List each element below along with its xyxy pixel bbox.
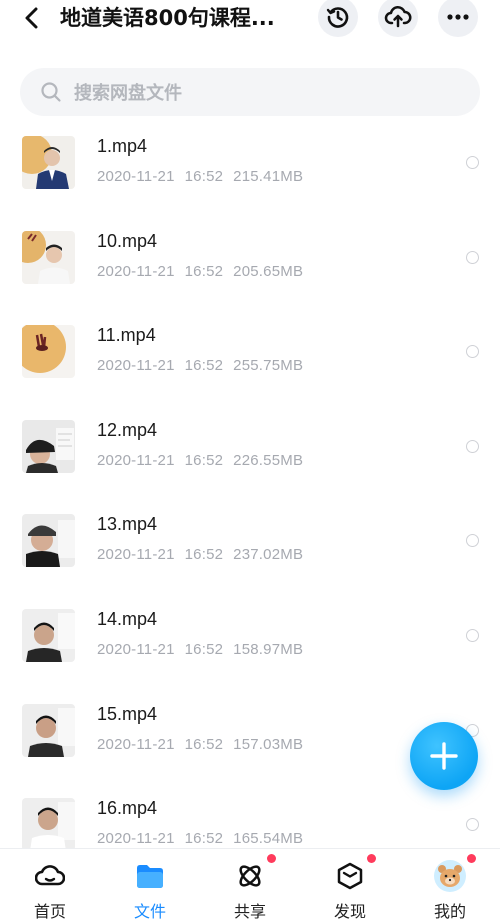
search-bar[interactable]: 搜索网盘文件 xyxy=(20,68,480,116)
file-time: 16:52 xyxy=(184,262,224,280)
atom-share-icon xyxy=(239,865,261,887)
video-thumbnail xyxy=(22,514,75,568)
file-meta: 2020-11-21 16:52 165.54MB xyxy=(97,830,313,847)
file-time: 16:52 xyxy=(184,168,224,185)
app: 地道美语800句课程... 搜索网盘文件 1.mp4 2020-11-21 16… xyxy=(0,0,500,920)
select-checkbox[interactable] xyxy=(466,818,479,832)
upload-button[interactable] xyxy=(378,0,418,37)
video-thumbnail xyxy=(22,136,75,189)
file-date: 2020-11-21 xyxy=(97,357,175,375)
select-checkbox[interactable] xyxy=(466,534,479,548)
file-meta: 2020-11-21 16:52 226.55MB xyxy=(97,452,313,469)
file-meta: 2020-11-21 16:52 158.97MB xyxy=(97,641,313,658)
nav-label: 发现 xyxy=(333,902,366,920)
file-size: 237.02MB xyxy=(233,546,304,564)
file-row[interactable]: 13.mp4 2020-11-21 16:52 237.02MB xyxy=(0,494,500,589)
file-meta: 2020-11-21 16:52 215.41MB xyxy=(97,168,313,185)
select-checkbox[interactable] xyxy=(466,345,479,359)
search-icon xyxy=(41,82,61,102)
file-size: 226.55MB xyxy=(233,451,304,469)
nav-item-home[interactable]: 首页 xyxy=(0,849,100,920)
video-thumbnail xyxy=(22,325,75,379)
file-name: 15.mp4 xyxy=(97,703,158,724)
file-time: 16:52 xyxy=(184,735,224,753)
plus-icon xyxy=(430,742,458,770)
video-thumbnail xyxy=(22,230,75,284)
cloud-upload-icon xyxy=(384,6,412,28)
folder-icon xyxy=(137,865,163,888)
file-row[interactable]: 10.mp4 2020-11-21 16:52 205.65MB xyxy=(0,211,500,306)
file-size: 165.54MB xyxy=(233,830,304,848)
nav-label: 共享 xyxy=(233,902,266,920)
notification-dot xyxy=(467,854,476,863)
nav-label: 我的 xyxy=(433,902,466,920)
file-date: 2020-11-21 xyxy=(97,451,175,469)
file-time: 16:52 xyxy=(184,357,224,375)
nav-item-files[interactable]: 文件 xyxy=(100,849,200,920)
video-thumbnail xyxy=(22,703,75,757)
file-date: 2020-11-21 xyxy=(97,830,175,848)
cube-discover-icon xyxy=(337,862,363,890)
file-meta: 2020-11-21 16:52 205.65MB xyxy=(97,263,313,280)
file-date: 2020-11-21 xyxy=(97,546,175,564)
file-time: 16:52 xyxy=(184,451,224,469)
page-title: 地道美语800句课程... xyxy=(60,6,275,30)
file-name: 1.mp4 xyxy=(97,136,148,156)
file-time: 16:52 xyxy=(184,830,224,848)
add-button[interactable] xyxy=(410,722,478,790)
select-checkbox[interactable] xyxy=(466,156,479,169)
file-row[interactable]: 1.mp4 2020-11-21 16:52 215.41MB xyxy=(0,116,500,211)
history-button[interactable] xyxy=(318,0,358,37)
top-bar: 地道美语800句课程... xyxy=(0,0,500,60)
file-date: 2020-11-21 xyxy=(97,168,175,185)
bottom-nav: 首页 文件 共享 发现 我的 xyxy=(0,848,500,920)
file-size: 255.75MB xyxy=(233,357,304,375)
cloud-home-icon xyxy=(35,865,65,886)
file-size: 158.97MB xyxy=(233,640,304,658)
select-checkbox[interactable] xyxy=(466,628,479,642)
file-name: 16.mp4 xyxy=(97,798,158,819)
avatar-icon xyxy=(434,860,466,892)
file-name: 10.mp4 xyxy=(97,230,158,251)
file-size: 205.65MB xyxy=(233,262,304,280)
file-meta: 2020-11-21 16:52 255.75MB xyxy=(97,357,313,374)
select-checkbox[interactable] xyxy=(466,439,479,453)
nav-item-me[interactable]: 我的 xyxy=(400,849,500,920)
more-icon xyxy=(447,14,469,20)
history-icon xyxy=(326,7,349,28)
file-name: 13.mp4 xyxy=(97,514,158,535)
notification-dot xyxy=(367,854,376,863)
file-meta: 2020-11-21 16:52 157.03MB xyxy=(97,736,313,753)
video-thumbnail xyxy=(22,608,75,662)
more-button[interactable] xyxy=(438,0,478,37)
file-time: 16:52 xyxy=(184,546,224,564)
file-name: 12.mp4 xyxy=(97,419,158,440)
file-row[interactable]: 14.mp4 2020-11-21 16:52 158.97MB xyxy=(0,589,500,684)
nav-item-discover[interactable]: 发现 xyxy=(300,849,400,920)
video-thumbnail xyxy=(22,419,75,473)
file-time: 16:52 xyxy=(184,640,224,658)
file-date: 2020-11-21 xyxy=(97,640,175,658)
search-placeholder: 搜索网盘文件 xyxy=(74,83,182,104)
nav-label: 文件 xyxy=(133,902,166,920)
file-name: 14.mp4 xyxy=(97,608,158,629)
file-size: 157.03MB xyxy=(233,735,304,753)
back-button[interactable] xyxy=(18,4,46,32)
video-thumbnail xyxy=(22,798,75,852)
file-date: 2020-11-21 xyxy=(97,262,175,280)
nav-label: 首页 xyxy=(33,902,66,920)
file-size: 215.41MB xyxy=(233,168,304,185)
file-name: 11.mp4 xyxy=(97,325,156,346)
file-meta: 2020-11-21 16:52 237.02MB xyxy=(97,546,313,563)
notification-dot xyxy=(267,854,276,863)
file-row[interactable]: 11.mp4 2020-11-21 16:52 255.75MB xyxy=(0,305,500,400)
file-row[interactable]: 12.mp4 2020-11-21 16:52 226.55MB xyxy=(0,400,500,495)
nav-item-share[interactable]: 共享 xyxy=(200,849,300,920)
select-checkbox[interactable] xyxy=(466,250,479,264)
chevron-left-icon xyxy=(25,7,38,29)
file-date: 2020-11-21 xyxy=(97,735,175,753)
